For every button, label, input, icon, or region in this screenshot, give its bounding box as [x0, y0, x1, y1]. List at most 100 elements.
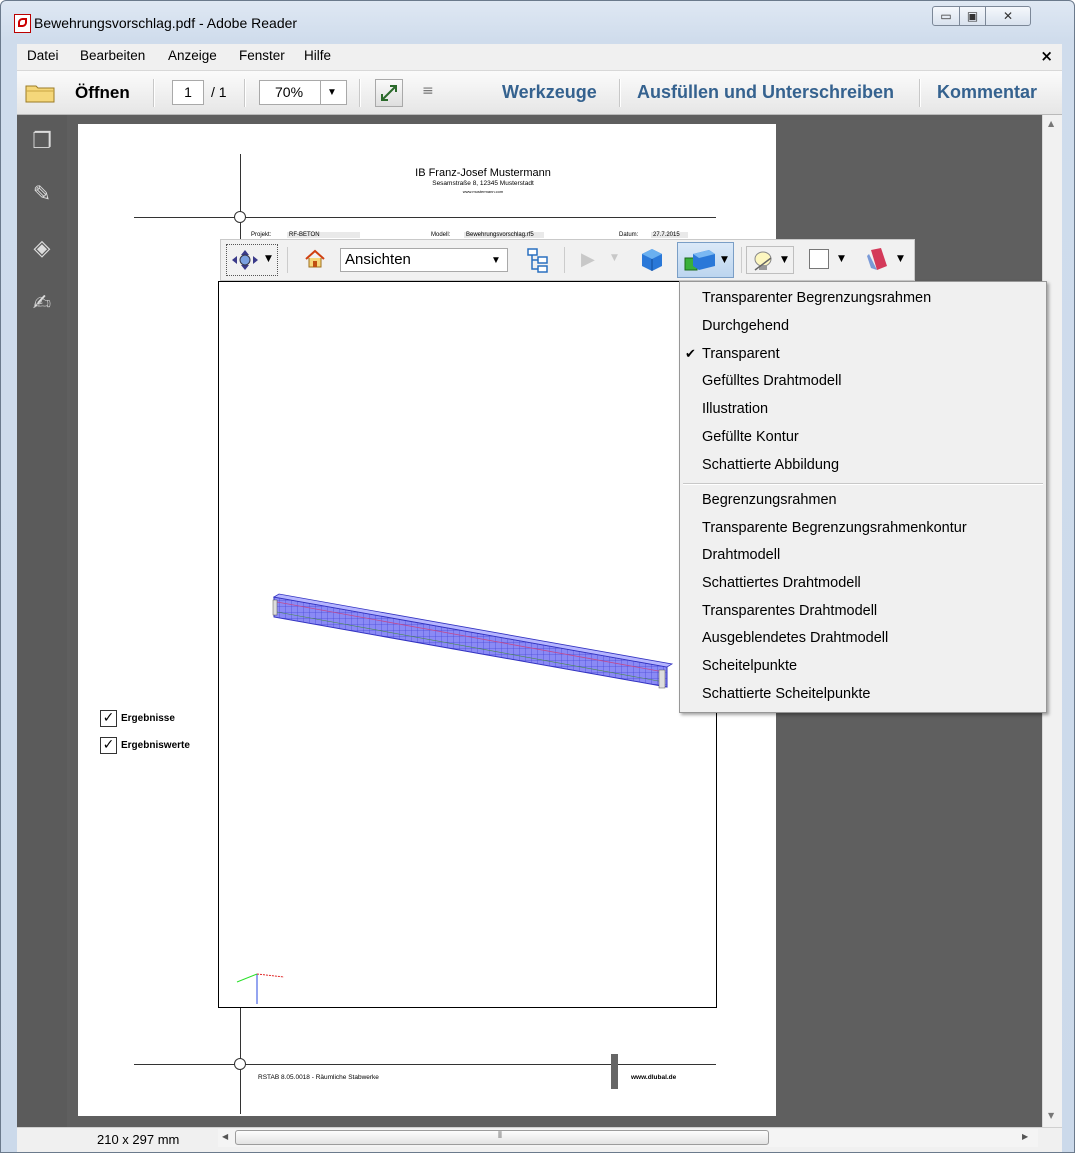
fullscreen-button[interactable]	[375, 79, 403, 107]
model-tree-button[interactable]	[525, 246, 551, 274]
toolbar-separator	[153, 79, 154, 107]
company-website: www.mustermann.com	[462, 189, 504, 194]
scroll-up-icon[interactable]: ▲	[1048, 119, 1054, 128]
zoom-select[interactable]: 70% ▼	[259, 80, 347, 105]
window-title: Bewehrungsvorschlag.pdf - Adobe Reader	[34, 15, 298, 31]
toolbar-separator	[919, 79, 920, 107]
comment-tab[interactable]: Kommentar	[937, 82, 1037, 103]
attachments-icon[interactable]: ✎	[30, 183, 54, 207]
menu-item-transparent[interactable]: Transparent	[702, 346, 780, 362]
toolbar-separator	[564, 247, 565, 273]
menu-datei[interactable]: Datei	[27, 48, 59, 63]
render-mode-button[interactable]: ▼	[677, 242, 734, 278]
menu-item-solid-wireframe[interactable]: Gefülltes Drahtmodell	[702, 373, 841, 389]
menu-item-shaded-vertices[interactable]: Schattierte Scheitelpunkte	[702, 686, 870, 702]
close-window-button[interactable]: ✕	[985, 6, 1031, 26]
lighting-button[interactable]: ▼	[746, 246, 794, 274]
main-toolbar: Öffnen 1 / 1 70% ▼ ≡ Werkzeuge Ausfüllen…	[17, 71, 1062, 115]
scroll-down-icon[interactable]: ▼	[1048, 1111, 1054, 1120]
3d-model-canvas[interactable]	[218, 281, 717, 1008]
menu-item-bounding-box[interactable]: Begrenzungsrahmen	[702, 492, 837, 508]
toolbar-separator	[741, 247, 742, 273]
fill-sign-tab[interactable]: Ausfüllen und Unterschreiben	[637, 82, 894, 103]
menu-item-transparent-wireframe[interactable]: Transparentes Drahtmodell	[702, 603, 877, 619]
open-button[interactable]	[22, 79, 67, 107]
footer-website: www.dlubal.de	[631, 1074, 677, 1081]
company-address: Sesamstraße 8, 12345 Musterstadt	[432, 180, 534, 187]
chevron-down-icon: ▼	[491, 255, 501, 266]
chevron-down-icon: ▼	[327, 87, 337, 98]
play-icon: ▶	[581, 249, 595, 270]
menu-item-wireframe[interactable]: Drahtmodell	[702, 547, 780, 563]
menu-hilfe[interactable]: Hilfe	[304, 48, 331, 63]
views-dropdown[interactable]: Ansichten ▼	[340, 248, 508, 272]
scroll-right-icon[interactable]: ▶	[1022, 1132, 1028, 1141]
page-total: / 1	[211, 84, 227, 100]
projection-button[interactable]	[639, 247, 665, 273]
rotate-arrows-icon	[232, 250, 258, 270]
background-color-button[interactable]: ▼	[809, 248, 853, 272]
modell-value: Bewehrungsvorschlag.rf5	[464, 232, 544, 238]
render-mode-icon	[684, 250, 715, 271]
toolbar-separator	[244, 79, 245, 107]
tools-tab[interactable]: Werkzeuge	[502, 82, 597, 103]
frame-marker	[234, 1058, 246, 1070]
menu-item-hidden-wireframe[interactable]: Ausgeblendetes Drahtmodell	[702, 630, 888, 646]
zoom-value: 70%	[275, 84, 304, 100]
horizontal-scroll-thumb[interactable]: ⦀	[235, 1130, 769, 1145]
menu-fenster[interactable]: Fenster	[239, 48, 285, 63]
page-frame-line	[134, 217, 716, 218]
dropdown-divider	[320, 81, 321, 104]
chevron-down-icon: ▼	[781, 255, 788, 265]
checkbox-box: ✓	[100, 710, 117, 727]
page-size-label: 210 x 297 mm	[97, 1132, 180, 1147]
menu-item-shaded-illustration[interactable]: Schattierte Abbildung	[702, 457, 839, 473]
menu-item-transparent-bounding-box-outline[interactable]: Transparente Begrenzungsrahmenkontur	[702, 520, 967, 536]
views-label: Ansichten	[345, 251, 411, 268]
checkmark-icon: ✔	[685, 347, 696, 362]
customize-toolbar-icon[interactable]: ≡	[422, 83, 434, 99]
menu-item-transparent-bounding-box[interactable]: Transparenter Begrenzungsrahmen	[702, 290, 931, 306]
adobe-pdf-icon	[14, 14, 31, 33]
chevron-down-icon: ▼	[265, 254, 272, 264]
model-tree-icon	[527, 248, 548, 273]
chevron-down-icon: ▼	[611, 253, 618, 263]
footer-software: RSTAB 8.05.0018 - Räumliche Stabwerke	[258, 1074, 379, 1081]
checkbox-label: Ergebnisse	[121, 713, 175, 724]
menu-item-solid[interactable]: Durchgehend	[702, 318, 789, 334]
home-view-button[interactable]	[304, 248, 326, 270]
menu-bearbeiten[interactable]: Bearbeiten	[80, 48, 145, 63]
color-swatch	[809, 249, 829, 269]
title-bar: Bewehrungsvorschlag.pdf - Adobe Reader ▭…	[0, 0, 1073, 44]
scroll-left-icon[interactable]: ◀	[222, 1132, 228, 1141]
menu-item-shaded-wireframe[interactable]: Schattiertes Drahtmodell	[702, 575, 861, 591]
home-icon	[305, 249, 325, 268]
render-mode-menu: Transparenter Begrenzungsrahmen Durchgeh…	[679, 281, 1047, 713]
datum-value: 27.7.2015	[651, 232, 688, 238]
3d-rotate-tool-button[interactable]: ▼	[226, 244, 278, 276]
menu-bar: Datei Bearbeiten Anzeige Fenster Hilfe ×	[17, 44, 1062, 71]
menu-anzeige[interactable]: Anzeige	[168, 48, 217, 63]
projekt-label: Projekt:	[251, 232, 272, 238]
menu-item-vertices[interactable]: Scheitelpunkte	[702, 658, 797, 674]
page-number-input[interactable]: 1	[172, 80, 204, 105]
menu-item-solid-outline[interactable]: Gefüllte Kontur	[702, 429, 799, 445]
open-label[interactable]: Öffnen	[75, 83, 130, 103]
menu-separator	[683, 483, 1043, 484]
close-document-button[interactable]: ×	[1040, 47, 1053, 65]
cross-section-button[interactable]: ▼	[865, 246, 913, 274]
frame-marker	[234, 211, 246, 223]
maximize-button[interactable]: ▣	[959, 6, 986, 26]
page-frame-line	[134, 1064, 716, 1065]
layers-icon[interactable]: ◈	[30, 237, 54, 261]
expand-icon	[381, 85, 397, 101]
menu-item-illustration[interactable]: Illustration	[702, 401, 768, 417]
minimize-button[interactable]: ▭	[932, 6, 960, 26]
play-animation-button[interactable]: ▶ ▼	[581, 249, 621, 271]
modell-label: Modell:	[431, 232, 451, 238]
signatures-icon[interactable]: ✍	[30, 292, 54, 316]
folder-icon	[25, 85, 55, 103]
page-thumbnails-icon[interactable]: ❐	[30, 130, 54, 154]
company-name: IB Franz-Josef Mustermann	[415, 167, 551, 179]
chevron-down-icon: ▼	[897, 254, 904, 264]
